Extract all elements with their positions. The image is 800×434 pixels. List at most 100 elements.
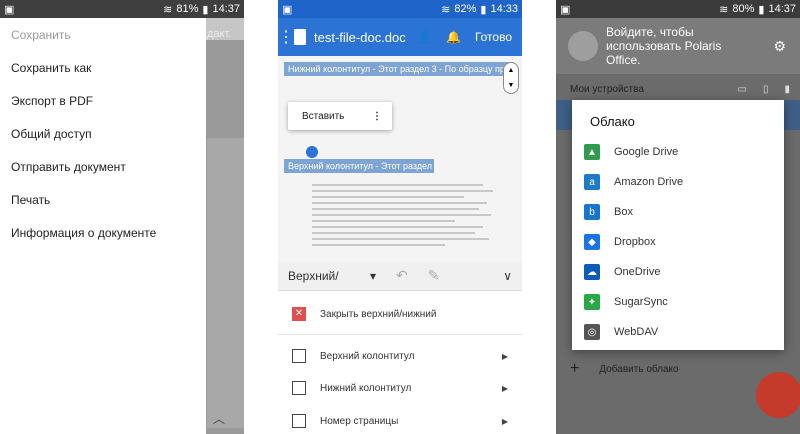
menu-item-export-pdf[interactable]: Экспорт в PDF	[0, 84, 206, 117]
scroll-up-icon[interactable]: ▲	[508, 67, 515, 74]
page-scroll-buttons[interactable]: ▲ ▼	[503, 62, 519, 94]
my-devices-label: Мои устройства	[570, 84, 644, 95]
paste-popup: Вставить ⋮	[288, 102, 392, 130]
cloud-item-google-drive[interactable]: ▲ Google Drive	[584, 137, 678, 167]
cloud-item-label: Google Drive	[614, 146, 679, 158]
menu-item-save-as[interactable]: Сохранить как	[0, 51, 206, 84]
cloud-item-webdav[interactable]: ◎ WebDAV	[584, 317, 658, 347]
account-header[interactable]: Войдите, чтобы использовать Polaris Offi…	[556, 18, 800, 74]
more-options-icon[interactable]: ⋮	[372, 111, 382, 122]
gear-icon[interactable]: ⚙	[773, 38, 786, 55]
gallery-icon: ▣	[4, 3, 15, 16]
document-icon	[294, 29, 306, 45]
device-icons: ▭ ▯ ▮	[738, 84, 790, 95]
floating-action-button[interactable]	[756, 372, 800, 418]
edit-toolbar: Верхний/ ▾ ↶ ✎ ∨	[278, 261, 522, 291]
battery-icon: ▮	[758, 3, 765, 16]
cloud-item-label: Box	[614, 206, 633, 218]
header-row-label: Верхний колонтитул	[320, 350, 415, 362]
header-row[interactable]: Верхний колонтитул ▶	[278, 338, 522, 374]
menu-item-print[interactable]: Печать	[0, 183, 206, 216]
wifi-icon: ≋	[163, 3, 173, 16]
battery-percent: 80%	[732, 3, 755, 15]
collapse-chevron-icon[interactable]: ∨	[503, 269, 512, 283]
onedrive-icon: ☁	[584, 264, 600, 280]
gallery-icon: ▣	[560, 3, 571, 16]
dropbox-icon: ◆	[584, 234, 600, 250]
battery-percent: 81%	[176, 3, 199, 15]
phone-icon[interactable]: ▮	[784, 84, 790, 95]
webdav-icon: ◎	[584, 324, 600, 340]
app-bar: ⋮ test-file-doc.doc 👤 🔔 Готово	[278, 18, 522, 56]
footer-page-icon	[292, 381, 306, 395]
menu-item-save[interactable]: Сохранить	[0, 18, 206, 51]
background-title: дакт.	[207, 28, 232, 40]
menu-item-send-document[interactable]: Отправить документ	[0, 150, 206, 183]
footer-row[interactable]: Нижний колонтитул ▶	[278, 370, 522, 406]
menu-icon[interactable]: ⋮	[278, 27, 294, 47]
tablet-icon[interactable]: ▯	[763, 84, 769, 95]
menu-item-document-info[interactable]: Информация о документе	[0, 216, 206, 249]
cloud-item-sugarsync[interactable]: ✦ SugarSync	[584, 287, 668, 317]
desktop-icon[interactable]: ▭	[738, 84, 747, 95]
page-number-icon	[292, 414, 306, 428]
paste-button[interactable]: Вставить	[302, 111, 344, 122]
sugarsync-icon: ✦	[584, 294, 600, 310]
battery-percent: 82%	[454, 3, 477, 15]
scroll-down-icon[interactable]: ▼	[508, 82, 515, 89]
footer-section-label: Нижний колонтитул - Этот раздел 3 - По о…	[284, 62, 510, 76]
page-number-row-label: Номер страницы	[320, 415, 399, 427]
plus-icon: +	[570, 360, 580, 377]
arrow-right-icon: ▶	[501, 383, 508, 393]
pen-icon[interactable]: ✎	[428, 267, 440, 284]
wifi-icon: ≋	[719, 3, 729, 16]
cloud-item-label: Amazon Drive	[614, 176, 684, 188]
header-footer-selector[interactable]: Верхний/ ▾	[288, 269, 376, 283]
add-user-icon[interactable]: 👤	[417, 30, 432, 44]
clock: 14:37	[768, 3, 796, 15]
add-cloud-row[interactable]: + Добавить облако	[570, 360, 679, 378]
battery-icon: ▮	[202, 3, 209, 16]
add-cloud-label: Добавить облако	[599, 363, 679, 375]
avatar	[568, 31, 598, 61]
document-canvas[interactable]: Нижний колонтитул - Этот раздел 3 - По о…	[278, 56, 522, 261]
cloud-item-label: SugarSync	[614, 296, 668, 308]
document-text-lines	[312, 184, 502, 250]
close-icon: ✕	[292, 307, 306, 321]
sign-in-prompt: Войдите, чтобы использовать Polaris Offi…	[606, 25, 722, 67]
dialog-title: Облако	[590, 114, 635, 129]
box-icon: b	[584, 204, 600, 220]
cursor-handle[interactable]	[306, 146, 318, 158]
cloud-item-dropbox[interactable]: ◆ Dropbox	[584, 227, 656, 257]
dropdown-icon: ▾	[369, 268, 376, 283]
chevron-up-icon: ︿	[213, 412, 226, 426]
cloud-dialog: Облако ▲ Google Drive a Amazon Drive b Box ◆ Dr…	[572, 100, 784, 350]
file-menu-drawer: Сохранить Сохранить как Экспорт в PDF Об…	[0, 18, 206, 434]
close-header-footer-row[interactable]: ✕ Закрыть верхний/нижний	[278, 296, 522, 332]
footer-row-label: Нижний колонтитул	[320, 382, 412, 394]
document-title: test-file-doc.doc	[314, 29, 406, 45]
screen-cloud-dialog: ▣ ≋ 80% ▮ 14:37 Войдите, чтобы использов…	[556, 0, 800, 434]
cloud-item-label: OneDrive	[614, 266, 661, 278]
cloud-item-box[interactable]: b Box	[584, 197, 633, 227]
page-number-row[interactable]: Номер страницы ▶	[278, 403, 522, 434]
cloud-item-onedrive[interactable]: ☁ OneDrive	[584, 257, 660, 287]
screen-file-menu: ▣ ≋ 81% ▮ 14:37 дакт. ︿ Сохранить Сохран…	[0, 0, 244, 434]
close-header-footer-label: Закрыть верхний/нижний	[320, 308, 437, 320]
arrow-right-icon: ▶	[501, 351, 508, 361]
cloud-item-label: Dropbox	[614, 236, 656, 248]
background-document: дакт. ︿	[205, 18, 244, 434]
battery-icon: ▮	[480, 3, 487, 16]
wifi-icon: ≋	[441, 3, 451, 16]
arrow-right-icon: ▶	[501, 416, 508, 426]
menu-item-share[interactable]: Общий доступ	[0, 117, 206, 150]
cloud-item-amazon-drive[interactable]: a Amazon Drive	[584, 167, 683, 197]
undo-icon[interactable]: ↶	[396, 267, 408, 284]
status-bar: ▣ ≋ 82% ▮ 14:33	[278, 0, 522, 18]
notification-bell-icon[interactable]: 🔔	[446, 30, 461, 44]
clock: 14:33	[490, 3, 518, 15]
google-drive-icon: ▲	[584, 144, 600, 160]
gallery-icon: ▣	[282, 3, 293, 16]
screen-header-footer-editor: ▣ ≋ 82% ▮ 14:33 ⋮ test-file-doc.doc 👤 🔔 …	[278, 0, 522, 434]
done-button[interactable]: Готово	[475, 30, 512, 44]
